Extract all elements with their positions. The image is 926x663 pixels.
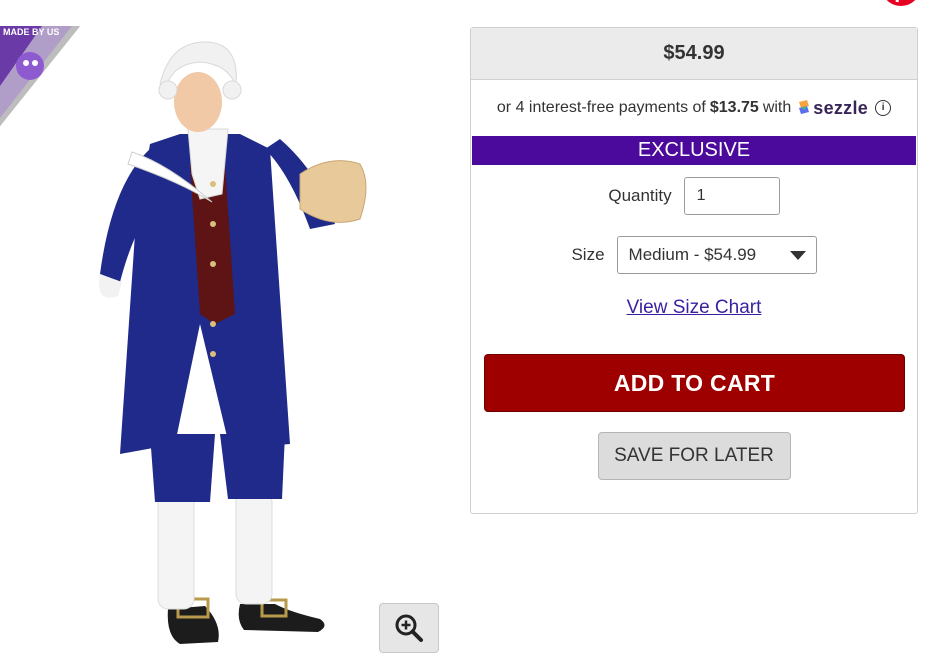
size-selected-value: Medium - $54.99: [628, 245, 757, 264]
price-bar: $54.99: [471, 28, 917, 80]
zoom-in-icon: [395, 614, 423, 642]
sezzle-logo[interactable]: sezzle: [797, 98, 868, 119]
sezzle-payments: or 4 interest-free payments of $13.75 wi…: [471, 80, 917, 136]
info-icon[interactable]: i: [875, 100, 892, 116]
exclusive-banner: EXCLUSIVE: [472, 136, 916, 165]
pinterest-icon[interactable]: [882, 0, 920, 8]
sezzle-prefix: or 4 interest-free payments of: [496, 99, 706, 116]
purchase-panel: $54.99 or 4 interest-free payments of $1…: [470, 27, 918, 514]
twitter-icon[interactable]: [832, 0, 870, 8]
size-label: Size: [571, 245, 605, 264]
save-for-later-button[interactable]: SAVE FOR LATER: [597, 432, 791, 480]
price: $54.99: [663, 42, 725, 64]
size-row: Size Medium - $54.99: [471, 236, 917, 274]
sezzle-brand: sezzle: [813, 97, 869, 118]
badge-text: MADE BY US: [3, 27, 60, 37]
sezzle-with: with: [762, 99, 792, 116]
exclusive-label: EXCLUSIVE: [637, 139, 751, 161]
sezzle-icon: [799, 100, 810, 114]
quantity-label: Quantity: [608, 186, 672, 205]
zoom-button[interactable]: [379, 603, 439, 653]
view-size-chart-link[interactable]: View Size Chart: [471, 297, 917, 319]
sezzle-amount: $13.75: [709, 99, 759, 116]
quantity-input[interactable]: [683, 177, 780, 215]
add-to-cart-button[interactable]: ADD TO CART: [484, 354, 905, 412]
social-share: [832, 0, 920, 8]
quantity-row: Quantity: [471, 177, 917, 215]
made-by-us-badge: MADE BY US: [0, 26, 80, 126]
size-select[interactable]: Medium - $54.99: [616, 236, 817, 274]
chevron-down-icon: [789, 250, 806, 260]
